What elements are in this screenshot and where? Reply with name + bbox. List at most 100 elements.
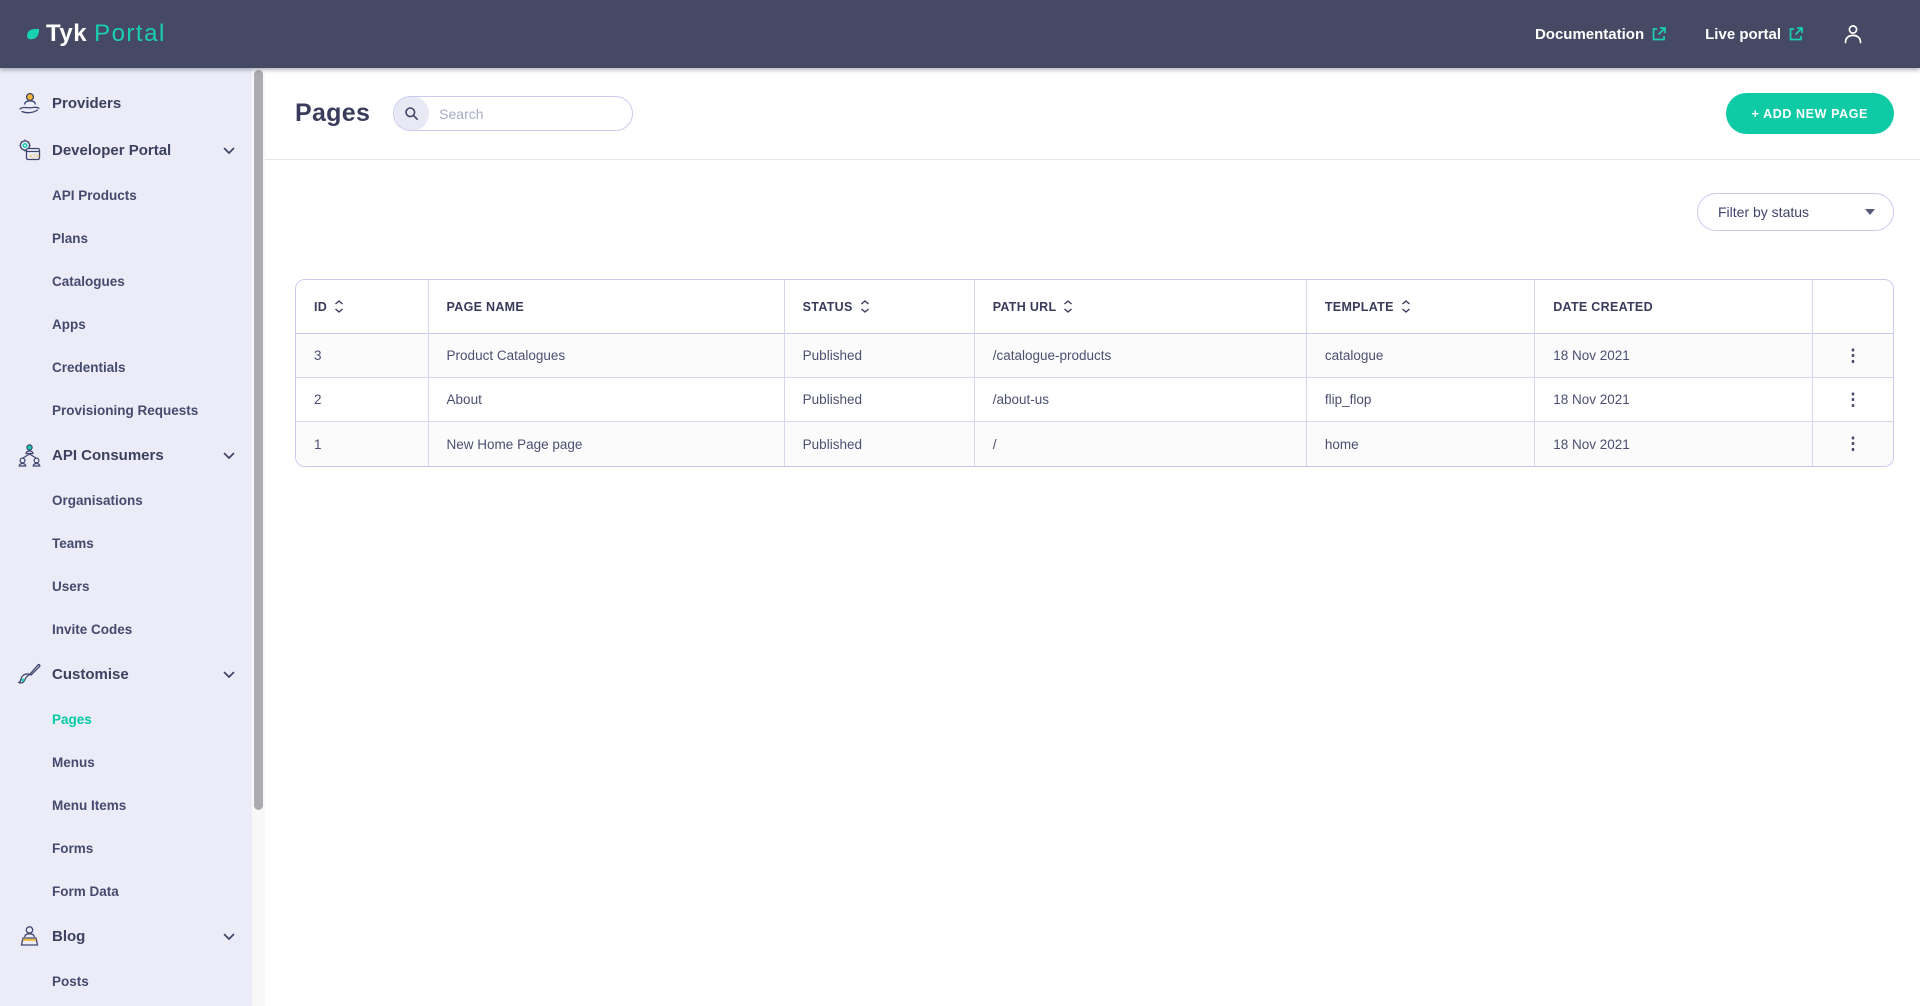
add-new-page-button[interactable]: + ADD NEW PAGE <box>1726 93 1894 134</box>
cell-path-url: / <box>975 422 1307 466</box>
cell-status: Published <box>785 422 975 466</box>
external-link-icon <box>1651 26 1667 42</box>
top-nav: Documentation Live portal <box>1535 23 1864 45</box>
live-portal-label: Live portal <box>1705 26 1781 43</box>
table-row[interactable]: 1 New Home Page page Published / home 18… <box>296 422 1893 466</box>
user-account-button[interactable] <box>1842 23 1864 45</box>
cell-page-name: New Home Page page <box>429 422 785 466</box>
sidebar-item-pages[interactable]: Pages <box>0 698 265 741</box>
external-link-icon <box>1788 26 1804 42</box>
api-consumers-icon <box>12 442 46 469</box>
sidebar-item-users[interactable]: Users <box>0 565 265 608</box>
kebab-menu-icon[interactable]: ⋮ <box>1837 347 1870 365</box>
table-row[interactable]: 2 About Published /about-us flip_flop 18… <box>296 378 1893 422</box>
sidebar-item-blog[interactable]: Blog <box>0 913 265 960</box>
cell-date-created: 18 Nov 2021 <box>1535 378 1813 422</box>
sort-icon[interactable] <box>334 300 344 313</box>
chevron-down-icon[interactable] <box>223 452 235 460</box>
sidebar-item-apps[interactable]: Apps <box>0 303 265 346</box>
search-input[interactable] <box>429 106 632 122</box>
sidebar-label-blog: Blog <box>52 928 85 945</box>
logo-text-light: Portal <box>94 20 166 48</box>
kebab-menu-icon[interactable]: ⋮ <box>1837 435 1870 453</box>
column-header-path-url[interactable]: PATH URL <box>975 280 1307 334</box>
sidebar-item-plans[interactable]: Plans <box>0 217 265 260</box>
cell-path-url: /about-us <box>975 378 1307 422</box>
sidebar-item-provisioning-requests[interactable]: Provisioning Requests <box>0 389 265 432</box>
sidebar-item-menus[interactable]: Menus <box>0 741 265 784</box>
cell-page-name: About <box>429 378 785 422</box>
sidebar-item-organisations[interactable]: Organisations <box>0 479 265 522</box>
cell-status: Published <box>785 334 975 378</box>
providers-icon <box>12 90 46 117</box>
sidebar-item-form-data[interactable]: Form Data <box>0 870 265 913</box>
user-icon <box>1842 23 1864 45</box>
column-header-date-created[interactable]: DATE CREATED <box>1535 280 1813 334</box>
customise-icon <box>12 661 46 688</box>
cell-date-created: 18 Nov 2021 <box>1535 422 1813 466</box>
table-row[interactable]: 3 Product Catalogues Published /catalogu… <box>296 334 1893 378</box>
chevron-down-icon[interactable] <box>223 147 235 155</box>
developer-portal-icon: </> <box>12 137 46 164</box>
sidebar-label-api-consumers: API Consumers <box>52 447 164 464</box>
sort-icon[interactable] <box>1063 300 1073 313</box>
top-bar: Tyk Portal Documentation Live portal <box>0 0 1920 68</box>
chevron-down-icon[interactable] <box>223 933 235 941</box>
tyk-portal-logo[interactable]: Tyk Portal <box>26 20 166 48</box>
sidebar-item-api-consumers[interactable]: API Consumers <box>0 432 265 479</box>
sidebar-item-invite-codes[interactable]: Invite Codes <box>0 608 265 651</box>
cell-template: catalogue <box>1307 334 1535 378</box>
sidebar-item-forms[interactable]: Forms <box>0 827 265 870</box>
sidebar-label-customise: Customise <box>52 666 129 683</box>
cell-page-name: Product Catalogues <box>429 334 785 378</box>
search-icon[interactable] <box>394 96 429 131</box>
sidebar-scrollbar-track[interactable] <box>252 68 265 1006</box>
chevron-down-icon[interactable] <box>223 671 235 679</box>
sidebar-item-menu-items[interactable]: Menu Items <box>0 784 265 827</box>
column-header-template[interactable]: TEMPLATE <box>1307 280 1535 334</box>
sidebar: Providers </> Developer Portal API Produ… <box>0 68 265 1006</box>
sidebar-scrollbar-thumb[interactable] <box>254 70 263 810</box>
page-header: Pages + ADD NEW PAGE <box>265 68 1920 160</box>
caret-down-icon <box>1865 209 1875 215</box>
sidebar-item-customise[interactable]: Customise <box>0 651 265 698</box>
sidebar-item-developer-portal[interactable]: </> Developer Portal <box>0 127 265 174</box>
filter-toolbar: Filter by status <box>265 160 1920 231</box>
search-box <box>393 96 633 131</box>
main-content: Pages + ADD NEW PAGE Filter by status <box>265 68 1920 1006</box>
sidebar-label-developer-portal: Developer Portal <box>52 142 171 159</box>
cell-date-created: 18 Nov 2021 <box>1535 334 1813 378</box>
kebab-menu-icon[interactable]: ⋮ <box>1837 391 1870 409</box>
sidebar-item-catalogues[interactable]: Catalogues <box>0 260 265 303</box>
sidebar-item-teams[interactable]: Teams <box>0 522 265 565</box>
leaf-icon <box>26 27 41 42</box>
documentation-label: Documentation <box>1535 26 1644 43</box>
sidebar-item-providers[interactable]: Providers <box>0 80 265 127</box>
sidebar-label-providers: Providers <box>52 95 121 112</box>
pages-table-wrapper: ID PAGE NAME STATUS <box>295 279 1894 467</box>
cell-id: 2 <box>296 378 429 422</box>
sidebar-item-api-products[interactable]: API Products <box>0 174 265 217</box>
filter-by-status-dropdown[interactable]: Filter by status <box>1697 193 1894 231</box>
column-header-page-name[interactable]: PAGE NAME <box>429 280 785 334</box>
pages-table: ID PAGE NAME STATUS <box>296 280 1893 466</box>
column-header-id[interactable]: ID <box>296 280 429 334</box>
sort-icon[interactable] <box>1401 300 1411 313</box>
sidebar-item-credentials[interactable]: Credentials <box>0 346 265 389</box>
column-header-actions <box>1813 280 1893 334</box>
logo-text-bold: Tyk <box>46 20 87 48</box>
column-header-status[interactable]: STATUS <box>785 280 975 334</box>
cell-path-url: /catalogue-products <box>975 334 1307 378</box>
filter-label: Filter by status <box>1718 204 1809 220</box>
live-portal-link[interactable]: Live portal <box>1705 26 1804 43</box>
sort-icon[interactable] <box>860 300 870 313</box>
cell-template: home <box>1307 422 1535 466</box>
sidebar-item-posts[interactable]: Posts <box>0 960 265 1003</box>
cell-id: 1 <box>296 422 429 466</box>
cell-status: Published <box>785 378 975 422</box>
cell-template: flip_flop <box>1307 378 1535 422</box>
documentation-link[interactable]: Documentation <box>1535 26 1667 43</box>
svg-text:</>: </> <box>29 153 40 160</box>
cell-id: 3 <box>296 334 429 378</box>
page-title: Pages <box>295 99 370 128</box>
